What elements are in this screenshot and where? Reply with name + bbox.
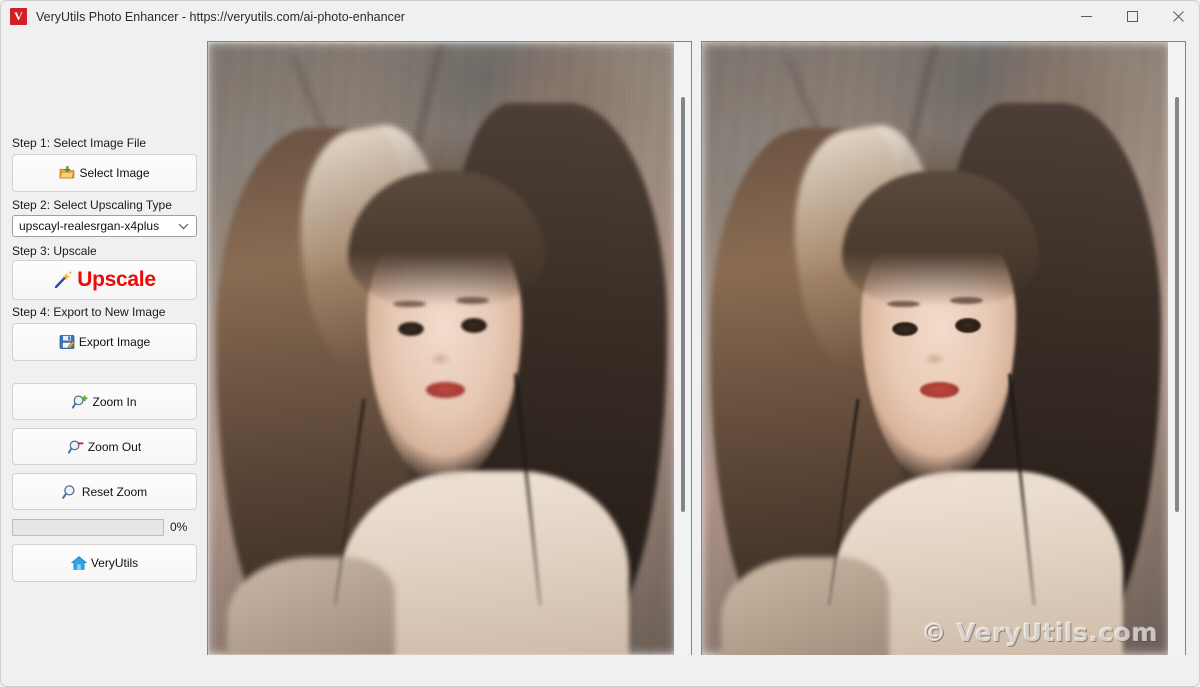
app-logo-icon: V <box>10 8 27 25</box>
photo-eye-right <box>460 317 487 333</box>
photo-nose <box>924 351 946 364</box>
magnifier-icon <box>61 484 75 499</box>
close-icon[interactable] <box>1155 1 1199 32</box>
magic-wand-icon <box>55 271 72 289</box>
photo-brow-right <box>950 297 983 304</box>
upscale-button[interactable]: Upscale <box>12 260 197 300</box>
reset-zoom-button[interactable]: Reset Zoom <box>12 473 197 510</box>
step3-label: Step 3: Upscale <box>12 244 97 258</box>
left-scrollbar-thumb[interactable] <box>681 97 685 512</box>
export-image-label: Export Image <box>78 335 151 349</box>
window-title: VeryUtils Photo Enhancer - https://veryu… <box>36 9 405 24</box>
original-photo <box>208 42 676 655</box>
step2-label: Step 2: Select Upscaling Type <box>12 198 172 212</box>
right-scrollbar-thumb[interactable] <box>1175 97 1179 512</box>
photo-eye-left <box>397 321 424 337</box>
progress-bar <box>12 519 164 536</box>
app-window: V VeryUtils Photo Enhancer - https://ver… <box>0 0 1200 687</box>
watermark: © VeryUtils.com <box>921 618 1158 647</box>
save-image-icon <box>59 335 75 349</box>
zoom-out-button[interactable]: Zoom Out <box>12 428 197 465</box>
select-image-label: Select Image <box>79 166 150 180</box>
title-bar: V VeryUtils Photo Enhancer - https://ver… <box>1 1 1199 32</box>
home-icon <box>70 556 87 570</box>
zoom-in-label: Zoom In <box>92 394 137 409</box>
right-vertical-scrollbar[interactable] <box>1168 42 1185 655</box>
window-controls <box>1063 1 1199 32</box>
open-folder-icon <box>60 166 75 179</box>
photo-eye-left <box>891 321 918 337</box>
step1-label: Step 1: Select Image File <box>12 136 147 150</box>
minimize-icon[interactable] <box>1063 1 1109 32</box>
zoom-in-icon <box>72 394 88 409</box>
upscaling-type-select[interactable]: upscayl-realesrgan-x4plus <box>12 215 197 237</box>
veryutils-home-label: VeryUtils <box>90 556 139 570</box>
photo-eye-right <box>954 317 981 333</box>
zoom-out-label: Zoom Out <box>87 439 142 454</box>
upscale-label: Upscale <box>77 268 156 291</box>
zoom-in-button[interactable]: Zoom In <box>12 383 197 420</box>
chevron-down-icon <box>178 223 189 230</box>
progress-percent: 0% <box>170 520 188 534</box>
original-image-preview[interactable] <box>207 41 692 656</box>
reset-zoom-label: Reset Zoom <box>81 484 148 499</box>
photo-nose <box>430 351 452 364</box>
photo-brow-right <box>456 297 489 304</box>
veryutils-home-button[interactable]: VeryUtils <box>12 544 197 582</box>
step4-label: Step 4: Export to New Image <box>12 305 166 319</box>
export-image-button[interactable]: Export Image <box>12 323 197 361</box>
upscaled-photo: © VeryUtils.com <box>702 42 1170 655</box>
select-image-button[interactable]: Select Image <box>12 154 197 192</box>
maximize-icon[interactable] <box>1109 1 1155 32</box>
status-bar <box>2 655 1199 685</box>
left-vertical-scrollbar[interactable] <box>674 42 691 655</box>
upscaling-type-value: upscayl-realesrgan-x4plus <box>19 219 160 233</box>
zoom-out-icon <box>67 439 84 454</box>
control-sidebar: Step 1: Select Image File Select Image S… <box>2 32 205 657</box>
upscaled-image-preview[interactable]: © VeryUtils.com <box>701 41 1186 656</box>
